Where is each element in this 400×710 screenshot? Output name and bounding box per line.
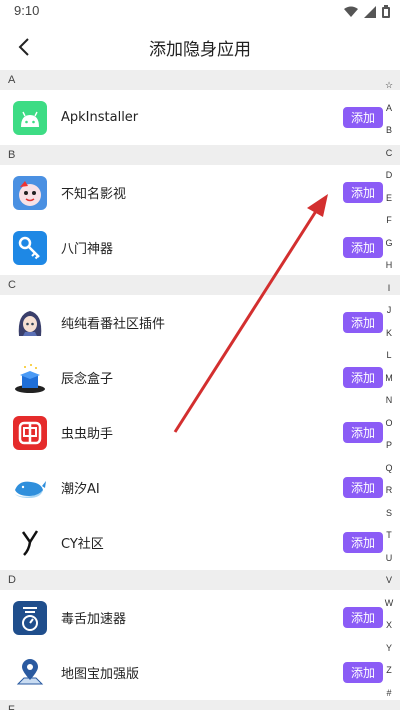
index-letter[interactable]: Y — [378, 643, 400, 653]
add-button[interactable]: 添加 — [343, 367, 383, 388]
add-button[interactable]: 添加 — [343, 532, 383, 553]
index-letter[interactable]: G — [378, 238, 400, 248]
index-letter[interactable]: R — [378, 485, 400, 495]
app-name: 纯纯看番社区插件 — [61, 317, 166, 332]
index-letter[interactable]: C — [378, 148, 400, 158]
index-letter[interactable]: S — [378, 508, 400, 518]
index-letter[interactable]: K — [378, 328, 400, 338]
alphabet-index-bar[interactable]: ☆ A B C D E F G H I J K L M N O P Q R S … — [378, 76, 400, 710]
add-button[interactable]: 添加 — [343, 422, 383, 443]
index-letter[interactable]: Q — [378, 463, 400, 473]
signal-icon — [364, 5, 376, 18]
app-name: CY社区 — [61, 537, 104, 552]
index-letter[interactable]: I — [378, 283, 400, 293]
index-letter[interactable]: J — [378, 305, 400, 315]
add-button[interactable]: 添加 — [343, 662, 383, 683]
index-letter[interactable]: V — [378, 575, 400, 585]
speedometer-icon — [13, 600, 47, 635]
index-letter[interactable]: D — [378, 170, 400, 180]
status-icons — [344, 5, 390, 18]
section-header-f: F — [0, 700, 400, 710]
battery-icon — [382, 5, 390, 18]
index-letter[interactable]: O — [378, 418, 400, 428]
section-header-d: D — [0, 570, 400, 590]
key-icon — [13, 230, 47, 265]
app-name: 不知名影视 — [61, 187, 127, 202]
page-title: 添加隐身应用 — [149, 40, 251, 60]
index-letter[interactable]: U — [378, 553, 400, 563]
index-letter[interactable]: H — [378, 260, 400, 270]
add-button[interactable]: 添加 — [343, 182, 383, 203]
blue-box-icon — [13, 360, 47, 395]
add-button[interactable]: 添加 — [343, 607, 383, 628]
app-name: 毒舌加速器 — [61, 612, 127, 627]
status-time: 9:10 — [14, 3, 40, 18]
index-letter[interactable]: Z — [378, 665, 400, 675]
wifi-icon — [344, 6, 358, 17]
index-letter[interactable]: P — [378, 440, 400, 450]
section-header-a: A — [0, 70, 400, 90]
index-letter[interactable]: M — [378, 373, 400, 383]
index-letter[interactable]: ☆ — [378, 80, 400, 91]
map-pin-icon — [13, 655, 47, 690]
index-letter[interactable]: # — [378, 688, 400, 698]
index-letter[interactable]: F — [378, 215, 400, 225]
add-button[interactable]: 添加 — [343, 312, 383, 333]
list-item: 不知名影视 添加 — [0, 165, 400, 220]
list-item: 地图宝加强版 添加 — [0, 645, 400, 700]
app-list[interactable]: A ApkInstaller 添加 B 不知名影视 添加 八门神器 添加 C 纯… — [0, 70, 400, 710]
list-item: CY社区 添加 — [0, 515, 400, 570]
app-bar: 添加隐身应用 — [0, 24, 400, 70]
anime-girl-icon — [13, 305, 47, 340]
index-letter[interactable]: B — [378, 125, 400, 135]
index-letter[interactable]: X — [378, 620, 400, 630]
app-name: 八门神器 — [61, 242, 114, 257]
section-header-c: C — [0, 275, 400, 295]
index-letter[interactable]: T — [378, 530, 400, 540]
whale-icon — [13, 470, 47, 505]
index-letter[interactable]: N — [378, 395, 400, 405]
add-button[interactable]: 添加 — [343, 107, 383, 128]
app-name: 虫虫助手 — [61, 427, 114, 442]
app-name: 辰念盒子 — [61, 372, 114, 387]
cartoon-face-icon — [13, 175, 47, 210]
add-button[interactable]: 添加 — [343, 477, 383, 498]
index-letter[interactable]: A — [378, 103, 400, 113]
status-bar: 9:10 — [0, 0, 400, 24]
list-item: 八门神器 添加 — [0, 220, 400, 275]
section-header-b: B — [0, 145, 400, 165]
index-letter[interactable]: W — [378, 598, 400, 608]
index-letter[interactable]: E — [378, 193, 400, 203]
app-name: ApkInstaller — [61, 110, 139, 125]
index-letter[interactable]: L — [378, 350, 400, 360]
app-name: 潮汐AI — [61, 482, 100, 497]
app-name: 地图宝加强版 — [61, 667, 140, 682]
y-logo-icon — [13, 525, 47, 560]
list-item: 毒舌加速器 添加 — [0, 590, 400, 645]
bug-assistant-icon — [13, 415, 47, 450]
add-button[interactable]: 添加 — [343, 237, 383, 258]
list-item: 纯纯看番社区插件 添加 — [0, 295, 400, 350]
list-item: ApkInstaller 添加 — [0, 90, 400, 145]
list-item: 辰念盒子 添加 — [0, 350, 400, 405]
list-item: 虫虫助手 添加 — [0, 405, 400, 460]
android-icon — [13, 100, 47, 135]
list-item: 潮汐AI 添加 — [0, 460, 400, 515]
